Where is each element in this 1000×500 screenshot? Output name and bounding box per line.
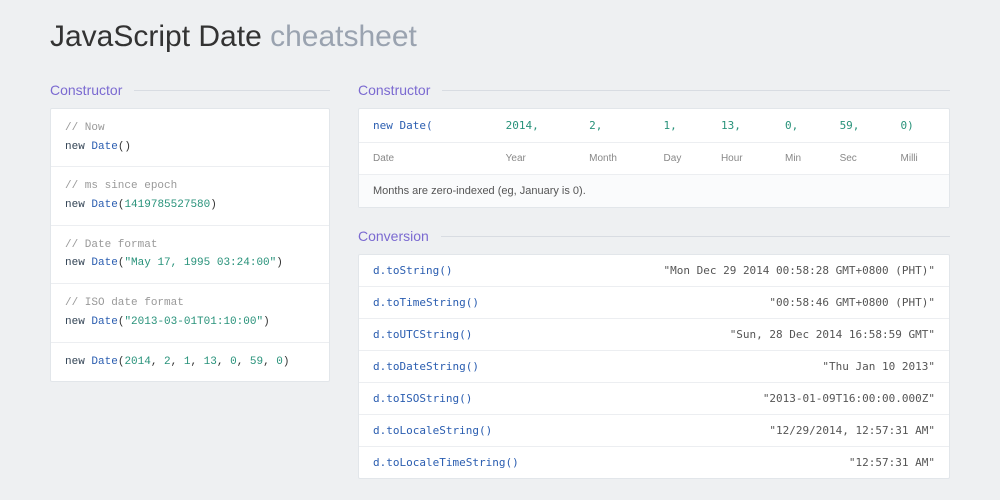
code-line: new Date() bbox=[65, 141, 131, 153]
conversion-row: d.toDateString() "Thu Jan 10 2013" bbox=[359, 351, 949, 383]
section-heading-conversion: Conversion bbox=[358, 228, 950, 244]
conversion-output: "Mon Dec 29 2014 00:58:28 GMT+0800 (PHT)… bbox=[663, 264, 935, 277]
conversion-row: d.toString() "Mon Dec 29 2014 00:58:28 GM… bbox=[359, 255, 949, 287]
code-line: new Date(1419785527580) bbox=[65, 199, 217, 211]
section-heading-constructor-right: Constructor bbox=[358, 82, 950, 98]
constructor-arg-label: Sec bbox=[832, 143, 893, 175]
constructor-arg: new Date( bbox=[359, 109, 498, 143]
conversion-method: d.toString() bbox=[373, 264, 452, 277]
conversion-row: d.toTimeString() "00:58:46 GMT+0800 (PHT)… bbox=[359, 287, 949, 319]
table-row: DateYearMonthDayHourMinSecMilli bbox=[359, 143, 949, 175]
conversion-method: d.toUTCString() bbox=[373, 328, 472, 341]
constructor-arg: 1, bbox=[656, 109, 713, 143]
table-row: Months are zero-indexed (eg, January is … bbox=[359, 175, 949, 208]
conversion-row: d.toLocaleString() "12/29/2014, 12:57:31 … bbox=[359, 415, 949, 447]
code-block: // Now new Date() bbox=[51, 109, 329, 167]
constructor-arg-label: Hour bbox=[713, 143, 777, 175]
constructor-breakdown-card: new Date(2014,2,1,13,0,59,0) DateYearMon… bbox=[358, 108, 950, 208]
code-line: new Date("2013-03-01T01:10:00") bbox=[65, 316, 270, 328]
constructor-arg-label: Milli bbox=[893, 143, 949, 175]
constructor-examples-card: // Now new Date() // ms since epoch new Dat… bbox=[50, 108, 330, 382]
code-comment: // ms since epoch bbox=[65, 180, 177, 192]
page-title: JavaScript Date cheatsheet bbox=[50, 20, 950, 54]
conversion-method: d.toTimeString() bbox=[373, 296, 479, 309]
table-row: new Date(2014,2,1,13,0,59,0) bbox=[359, 109, 949, 143]
code-comment: // Now bbox=[65, 122, 105, 134]
code-block: new Date(2014, 2, 1, 13, 0, 59, 0) bbox=[51, 343, 329, 382]
conversion-row: d.toISOString() "2013-01-09T16:00:00.000Z… bbox=[359, 383, 949, 415]
code-block: // ms since epoch new Date(1419785527580) bbox=[51, 167, 329, 225]
conversion-output: "2013-01-09T16:00:00.000Z" bbox=[763, 392, 935, 405]
conversion-output: "00:58:46 GMT+0800 (PHT)" bbox=[769, 296, 935, 309]
section-heading-constructor-left: Constructor bbox=[50, 82, 330, 98]
constructor-arg-label: Date bbox=[359, 143, 498, 175]
conversion-method: d.toDateString() bbox=[373, 360, 479, 373]
code-line: new Date(2014, 2, 1, 13, 0, 59, 0) bbox=[65, 356, 290, 368]
constructor-arg-label: Day bbox=[656, 143, 713, 175]
constructor-arg-label: Min bbox=[777, 143, 832, 175]
code-comment: // ISO date format bbox=[65, 297, 184, 309]
conversion-output: "Sun, 28 Dec 2014 16:58:59 GMT" bbox=[730, 328, 935, 341]
constructor-arg: 59, bbox=[832, 109, 893, 143]
conversion-output: "12/29/2014, 12:57:31 AM" bbox=[769, 424, 935, 437]
constructor-arg-label: Month bbox=[581, 143, 655, 175]
conversion-card: d.toString() "Mon Dec 29 2014 00:58:28 GM… bbox=[358, 254, 950, 479]
constructor-arg: 13, bbox=[713, 109, 777, 143]
conversion-method: d.toLocaleString() bbox=[373, 424, 492, 437]
code-comment: // Date format bbox=[65, 239, 157, 251]
conversion-method: d.toLocaleTimeString() bbox=[373, 456, 519, 469]
code-line: new Date("May 17, 1995 03:24:00") bbox=[65, 257, 283, 269]
conversion-output: "12:57:31 AM" bbox=[849, 456, 935, 469]
constructor-table: new Date(2014,2,1,13,0,59,0) DateYearMon… bbox=[359, 109, 949, 207]
conversion-row: d.toUTCString() "Sun, 28 Dec 2014 16:58:5… bbox=[359, 319, 949, 351]
constructor-arg: 2014, bbox=[498, 109, 581, 143]
conversion-row: d.toLocaleTimeString() "12:57:31 AM" bbox=[359, 447, 949, 478]
title-main: JavaScript Date bbox=[50, 20, 262, 53]
constructor-arg: 2, bbox=[581, 109, 655, 143]
constructor-arg-label: Year bbox=[498, 143, 581, 175]
code-block: // ISO date format new Date("2013-03-01T0… bbox=[51, 284, 329, 342]
constructor-note: Months are zero-indexed (eg, January is … bbox=[359, 175, 949, 208]
constructor-arg: 0) bbox=[893, 109, 949, 143]
conversion-method: d.toISOString() bbox=[373, 392, 472, 405]
code-block: // Date format new Date("May 17, 1995 03:… bbox=[51, 226, 329, 284]
conversion-output: "Thu Jan 10 2013" bbox=[822, 360, 935, 373]
constructor-arg: 0, bbox=[777, 109, 832, 143]
title-subtitle: cheatsheet bbox=[270, 20, 417, 53]
